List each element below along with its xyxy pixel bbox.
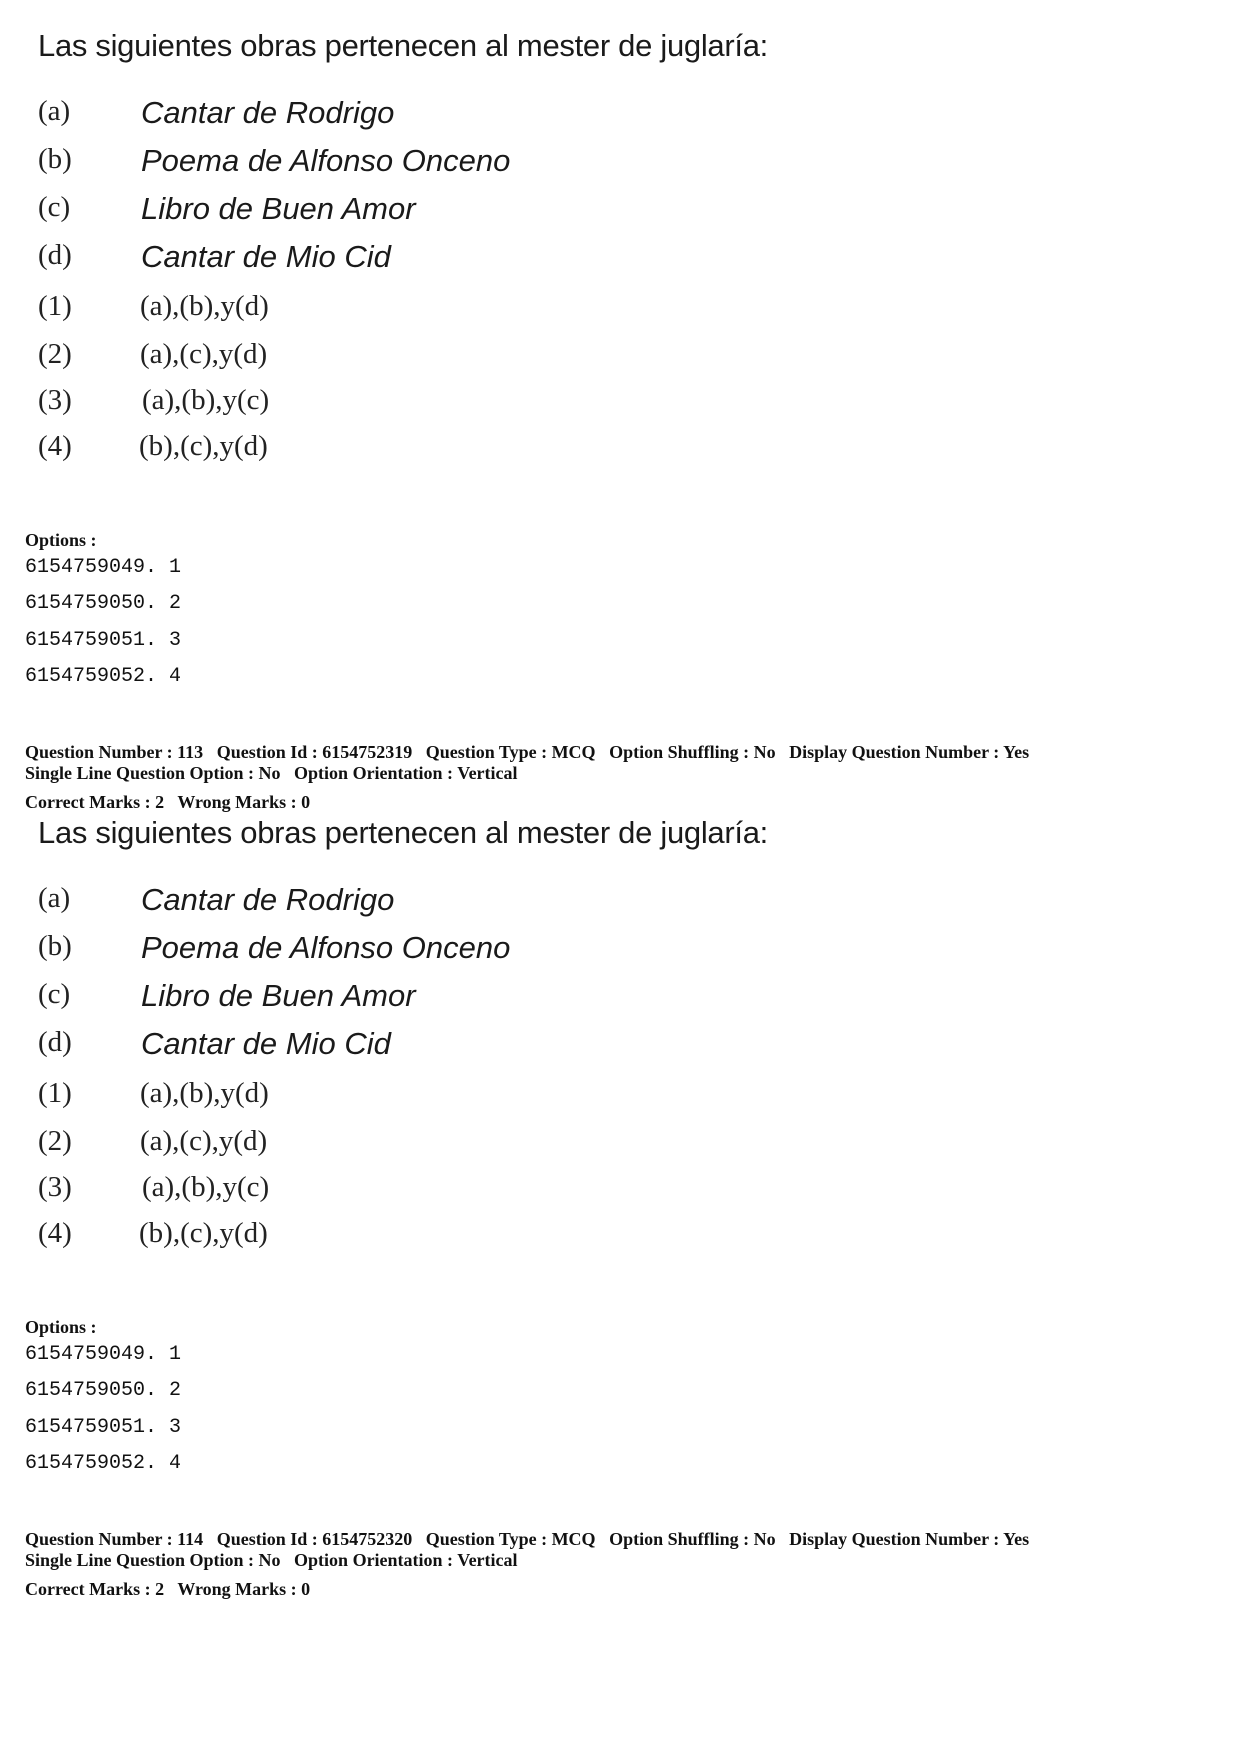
option-shuffling: Option Shuffling : No <box>609 1529 776 1549</box>
display-question-number: Display Question Number : Yes <box>789 742 1030 762</box>
choice-label: (3) <box>38 384 72 416</box>
meta-line-2: Single Line Question Option : No Option … <box>25 1550 1038 1571</box>
item-label: (b) <box>38 930 72 962</box>
correct-marks: Correct Marks : 2 <box>25 1579 165 1599</box>
choice-text: (a),(b),y(d) <box>140 1077 269 1109</box>
item-text: Cantar de Mio Cid <box>141 239 391 274</box>
choice-label: (3) <box>38 1171 72 1203</box>
item-text: Cantar de Rodrigo <box>141 882 395 917</box>
choice-label: (2) <box>38 1125 72 1157</box>
choice-text: (b),(c),y(d) <box>139 430 268 462</box>
item-label: (c) <box>38 191 71 223</box>
marks: Correct Marks : 2 Wrong Marks : 0 <box>25 792 319 813</box>
option-1: 6154759049. 1 <box>25 556 182 579</box>
choice-text: (a),(b),y(d) <box>140 290 269 322</box>
question-stem: Las siguientes obras pertenecen al meste… <box>38 815 768 850</box>
item-text: Cantar de Rodrigo <box>141 95 395 130</box>
options-heading: Options : <box>25 1317 97 1337</box>
choice-text: (b),(c),y(d) <box>139 1217 268 1249</box>
question-number: Question Number : 113 <box>25 742 204 762</box>
question-id: Question Id : 6154752319 <box>216 742 413 762</box>
correct-marks: Correct Marks : 2 <box>25 792 165 812</box>
option-4: 6154759052. 4 <box>25 1452 182 1475</box>
option-3: 6154759051. 3 <box>25 629 182 652</box>
question-id: Question Id : 6154752320 <box>216 1529 413 1549</box>
choice-text: (a),(c),y(d) <box>140 1125 268 1157</box>
choice-label: (2) <box>38 338 72 370</box>
single-line-option: Single Line Question Option : No <box>25 1550 281 1570</box>
item-text: Poema de Alfonso Onceno <box>141 930 511 965</box>
choice-label: (1) <box>38 1077 72 1109</box>
item-text: Cantar de Mio Cid <box>141 1026 391 1061</box>
question-type: Question Type : MCQ <box>425 742 596 762</box>
question-stem: Las siguientes obras pertenecen al meste… <box>38 28 768 63</box>
wrong-marks: Wrong Marks : 0 <box>177 1579 311 1599</box>
option-orientation: Option Orientation : Vertical <box>294 1550 518 1570</box>
option-4: 6154759052. 4 <box>25 665 182 688</box>
choice-text: (a),(c),y(d) <box>140 338 268 370</box>
question-meta: Question Number : 114 Question Id : 6154… <box>25 1529 1038 1571</box>
choice-text: (a),(b),y(c) <box>142 384 270 416</box>
option-3: 6154759051. 3 <box>25 1416 182 1439</box>
choice-label: (4) <box>38 1217 72 1249</box>
display-question-number: Display Question Number : Yes <box>789 1529 1030 1549</box>
item-text: Poema de Alfonso Onceno <box>141 143 511 178</box>
option-orientation: Option Orientation : Vertical <box>294 763 518 783</box>
option-shuffling: Option Shuffling : No <box>609 742 776 762</box>
option-2: 6154759050. 2 <box>25 592 182 615</box>
item-text: Libro de Buen Amor <box>141 978 416 1013</box>
single-line-option: Single Line Question Option : No <box>25 763 281 783</box>
question-meta: Question Number : 113 Question Id : 6154… <box>25 742 1038 784</box>
item-label: (a) <box>38 95 71 127</box>
item-label: (a) <box>38 882 71 914</box>
meta-line-1: Question Number : 114 Question Id : 6154… <box>25 1529 1038 1550</box>
item-label: (b) <box>38 143 72 175</box>
item-label: (d) <box>38 1026 72 1058</box>
option-2: 6154759050. 2 <box>25 1379 182 1402</box>
wrong-marks: Wrong Marks : 0 <box>177 792 311 812</box>
choice-label: (1) <box>38 290 72 322</box>
item-label: (c) <box>38 978 71 1010</box>
choice-label: (4) <box>38 430 72 462</box>
question-type: Question Type : MCQ <box>425 1529 596 1549</box>
item-text: Libro de Buen Amor <box>141 191 416 226</box>
meta-line-1: Question Number : 113 Question Id : 6154… <box>25 742 1038 763</box>
question-number: Question Number : 114 <box>25 1529 204 1549</box>
meta-line-2: Single Line Question Option : No Option … <box>25 763 1038 784</box>
choice-text: (a),(b),y(c) <box>142 1171 270 1203</box>
marks: Correct Marks : 2 Wrong Marks : 0 <box>25 1579 319 1600</box>
item-label: (d) <box>38 239 72 271</box>
options-heading: Options : <box>25 530 97 550</box>
option-1: 6154759049. 1 <box>25 1343 182 1366</box>
